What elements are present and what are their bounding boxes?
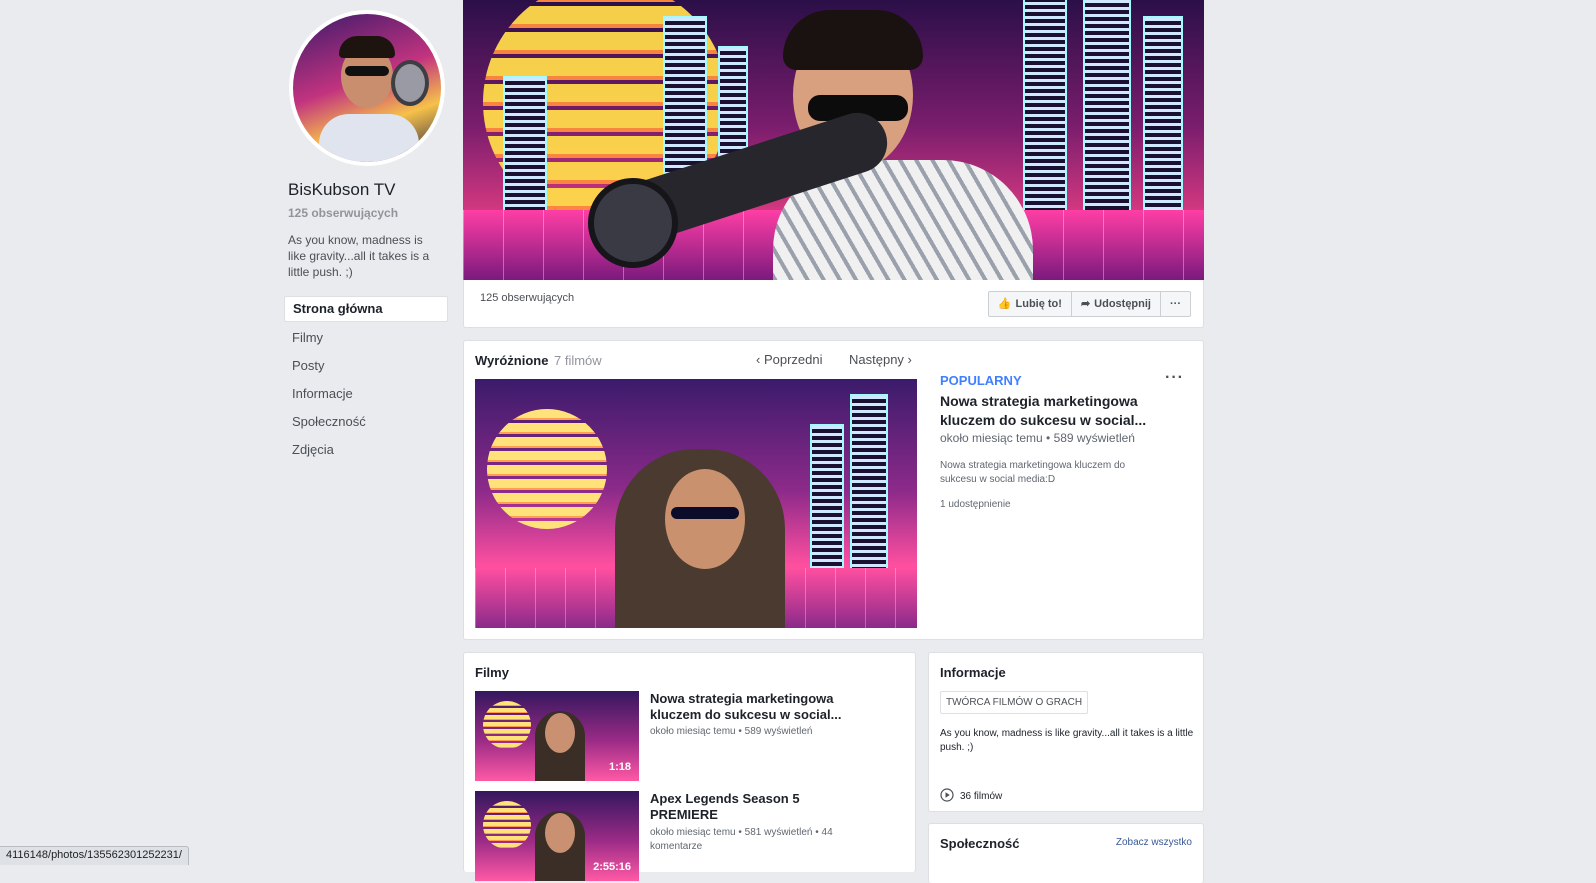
profile-avatar[interactable] [289, 10, 445, 166]
cover-building [503, 76, 547, 220]
featured-video-description: Nowa strategia marketingowa kluczem do s… [940, 460, 1126, 485]
thumb-sun [487, 409, 607, 529]
thumb-building [850, 394, 888, 578]
thumb-face [545, 713, 575, 753]
cover-muzzle [588, 178, 678, 268]
featured-video-thumbnail[interactable] [475, 379, 917, 628]
nav-item-posts[interactable]: Posty [284, 354, 448, 378]
cover-building [1143, 16, 1183, 220]
share-arrow-icon: ➦ [1080, 298, 1091, 310]
video-duration: 1:18 [608, 761, 631, 773]
cover-building [1023, 0, 1067, 220]
avatar-glasses [345, 66, 389, 76]
status-bar-url: 4116148/photos/1355623012522​31/ [0, 846, 189, 865]
videos-section: Filmy 1:18 Nowa strategia marketingowa k… [463, 652, 916, 881]
videos-title: Filmy [475, 665, 509, 680]
info-title: Informacje [940, 665, 1006, 680]
info-about: As you know, madness is like gravity...a… [940, 728, 1194, 753]
page-actions: 👍 Lubię to! ➦ Udostępnij ··· [987, 291, 1191, 317]
thumb-sun [483, 801, 531, 849]
next-button[interactable]: Następny › [849, 352, 912, 367]
video-meta: około miesiąc temu • 581 wyświetleń • 44… [650, 827, 833, 852]
nav-item-info[interactable]: Informacje [284, 382, 448, 406]
video-title[interactable]: Apex Legends Season 5 PREMIERE [650, 791, 850, 823]
next-label: Następny [849, 352, 904, 367]
chevron-left-icon: ‹ [756, 352, 761, 367]
page-name[interactable]: BisKubson TV [288, 180, 395, 200]
avatar-shirt [319, 114, 419, 162]
video-title[interactable]: Nowa strategia marketingowa kluczem do s… [650, 691, 850, 723]
featured-more-button[interactable]: ··· [1165, 369, 1184, 387]
previous-label: Poprzedni [763, 352, 823, 367]
info-section: Informacje TWÓRCA FILMÓW O GRACH As you … [928, 652, 1204, 812]
video-thumbnail[interactable]: 2:55:16 [475, 791, 639, 881]
cover-photo[interactable] [463, 0, 1204, 280]
cover-action-bar: 125 obserwujących 👍 Lubię to! ➦ Udostępn… [463, 280, 1204, 328]
share-label: Udostępnij [1094, 298, 1151, 310]
thumb-face [665, 469, 745, 569]
nav-item-home[interactable]: Strona główna [284, 296, 448, 322]
followers-count-bar: 125 obserwujących [480, 292, 575, 304]
page-about: As you know, madness is like gravity...a… [288, 233, 430, 279]
featured-video-title[interactable]: Nowa strategia marketingowa kluczem do s… [940, 392, 1175, 430]
thumb-glasses [671, 507, 739, 519]
video-duration: 2:55:16 [593, 861, 631, 873]
nav-item-community[interactable]: Społeczność [284, 410, 448, 434]
thumbs-up-icon: 👍 [997, 298, 1012, 310]
play-circle-icon [940, 788, 954, 805]
thumb-building [810, 424, 844, 578]
films-count-link[interactable]: 36 filmów [940, 788, 1002, 805]
chevron-right-icon: › [907, 352, 912, 367]
page-nav: Strona główna Filmy Posty Informacje Spo… [284, 296, 448, 466]
avatar-gun [391, 60, 429, 106]
share-button[interactable]: ➦ Udostępnij [1072, 292, 1161, 316]
featured-video-shares[interactable]: 1 udostępnienie [940, 499, 1011, 510]
featured-title: Wyróżnione [475, 353, 549, 368]
thumb-face [545, 813, 575, 853]
featured-section: Wyróżnione 7 filmów ‹ Poprzedni Następny… [463, 340, 1204, 640]
films-count: 36 filmów [960, 791, 1003, 802]
like-label: Lubię to! [1015, 298, 1062, 310]
see-all-link[interactable]: Zobacz wszystko [1116, 837, 1192, 848]
video-meta: około miesiąc temu • 589 wyświetleń [650, 726, 813, 737]
avatar-hair [339, 36, 395, 58]
category-tag[interactable]: TWÓRCA FILMÓW O GRACH [940, 691, 1089, 714]
video-thumbnail[interactable]: 1:18 [475, 691, 639, 781]
cover-building [1083, 0, 1131, 220]
nav-item-videos[interactable]: Filmy [284, 326, 448, 350]
thumb-sun [483, 701, 531, 749]
featured-count: 7 filmów [554, 353, 602, 368]
popular-badge: POPULARNY [940, 373, 1022, 388]
more-button[interactable]: ··· [1161, 292, 1190, 316]
featured-video-meta: około miesiąc temu • 589 wyświetleń [940, 431, 1135, 445]
previous-button[interactable]: ‹ Poprzedni [756, 352, 823, 367]
community-section: Społeczność Zobacz wszystko [928, 823, 1204, 883]
community-title: Społeczność [940, 836, 1020, 851]
cover-man-hair [783, 10, 923, 70]
followers-count: 125 obserwujących [288, 206, 399, 220]
nav-item-photos[interactable]: Zdjęcia [284, 438, 448, 462]
like-button[interactable]: 👍 Lubię to! [989, 292, 1072, 316]
